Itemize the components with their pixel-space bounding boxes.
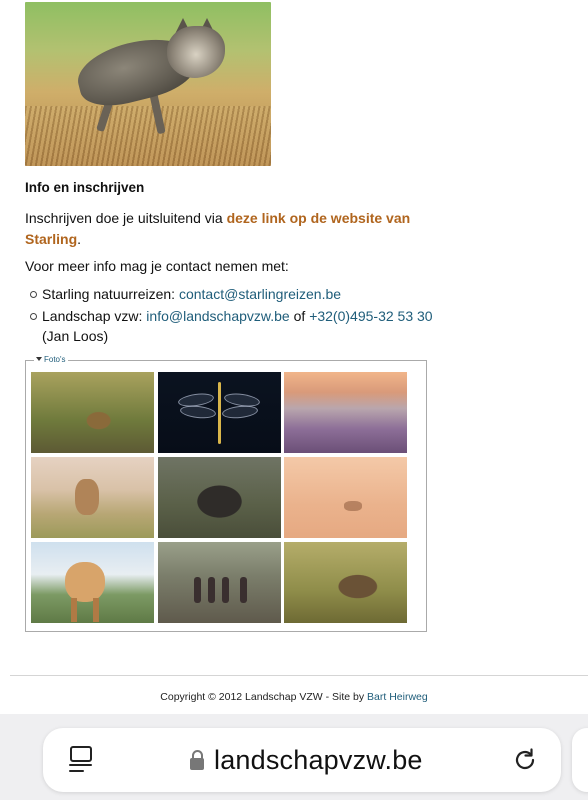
hiker (222, 577, 229, 603)
wolf-head (167, 26, 225, 78)
registration-prefix: Inschrijven doe je uitsluitend via (25, 210, 227, 226)
wing (221, 404, 259, 420)
deer-shape (75, 479, 99, 515)
thumb-marten[interactable] (31, 372, 154, 453)
tabs-icon[interactable] (69, 746, 93, 774)
tabs-icon-line (69, 764, 92, 766)
lock-body (190, 758, 204, 770)
contact-intro: Voor meer info mag je contact nemen met: (25, 258, 289, 274)
thumb-wild-boar[interactable] (158, 457, 281, 538)
hiker (194, 577, 201, 603)
contact-list: Starling natuurreizen: contact@starlingr… (30, 284, 442, 348)
registration-text: Inschrijven doe je uitsluitend via deze … (25, 208, 425, 250)
hero-wolf-photo (25, 2, 271, 166)
thumb-hikers[interactable] (158, 542, 281, 623)
horse-leg (71, 598, 77, 622)
copyright-text: Copyright © 2012 Landschap VZW - Site by (160, 691, 368, 703)
horse-shape (65, 562, 105, 602)
footer-divider (10, 675, 588, 676)
toolbar-extra-button[interactable] (572, 728, 588, 792)
thumb-piglet[interactable] (284, 542, 407, 623)
gallery-legend-label: Foto's (44, 355, 66, 364)
hiker (208, 577, 215, 603)
contact-item-starling: Starling natuurreizen: contact@starlingr… (30, 284, 442, 304)
contact-item-landschap: Landschap vzw: info@landschapvzw.be of +… (30, 306, 442, 346)
hiker (240, 577, 247, 603)
thumb-deer-in-mist[interactable] (284, 457, 407, 538)
bullet-icon (30, 291, 37, 298)
footer: Copyright © 2012 Landschap VZW - Site by… (0, 691, 588, 703)
deer-silhouette (344, 501, 362, 511)
section-title: Info en inschrijven (25, 180, 145, 195)
contact-label: Landschap vzw: (42, 308, 147, 324)
contact-person: (Jan Loos) (42, 328, 109, 344)
contact-separator: of (289, 308, 310, 324)
author-link[interactable]: Bart Heirweg (367, 691, 428, 703)
phone-link[interactable]: +32(0)495-32 53 30 (309, 308, 432, 324)
thumb-heathland[interactable] (284, 372, 407, 453)
email-link-starling[interactable]: contact@starlingreizen.be (179, 286, 341, 302)
horse-leg (93, 598, 99, 622)
gallery-toggle[interactable]: Foto's (34, 355, 68, 365)
thumb-horse[interactable] (31, 542, 154, 623)
thumb-roe-deer[interactable] (31, 457, 154, 538)
triangle-down-icon (36, 357, 42, 361)
tabs-icon-line (69, 770, 84, 772)
contact-label: Starling natuurreizen: (42, 286, 179, 302)
bullet-icon (30, 313, 37, 320)
reload-icon[interactable] (512, 747, 538, 773)
registration-suffix: . (77, 231, 82, 247)
lock-icon (190, 750, 204, 770)
dragonfly-body (218, 382, 221, 444)
thumb-dragonfly[interactable] (158, 372, 281, 453)
grass (25, 106, 271, 166)
url-text[interactable]: landschapvzw.be (214, 745, 423, 776)
email-link-landschap[interactable]: info@landschapvzw.be (146, 308, 289, 324)
tabs-icon-box (70, 746, 92, 762)
wing (179, 404, 217, 420)
photo-gallery: Foto's (25, 355, 427, 632)
